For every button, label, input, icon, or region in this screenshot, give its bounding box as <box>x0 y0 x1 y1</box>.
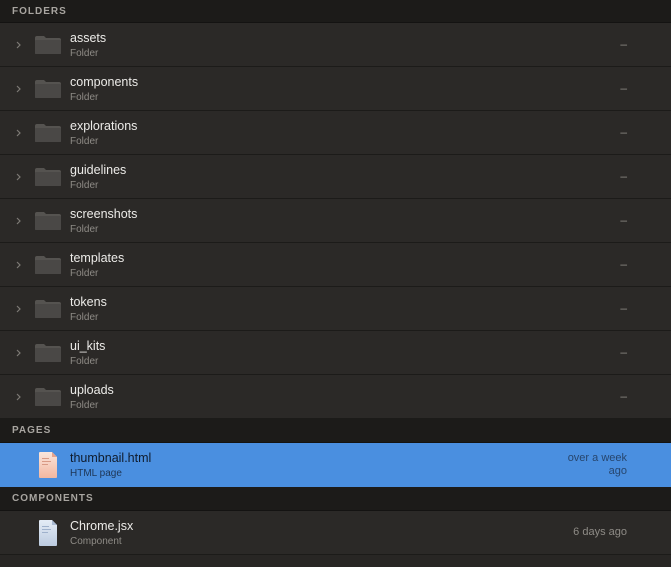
folder-icon <box>35 36 61 54</box>
folder-meta: – <box>620 169 627 183</box>
folder-icon <box>35 388 61 406</box>
folder-row-components[interactable]: components Folder – <box>0 67 671 111</box>
folder-type: Folder <box>70 136 99 147</box>
folder-row-screenshots[interactable]: screenshots Folder – <box>0 199 671 243</box>
component-row-chrome[interactable]: Chrome.jsx Component 6 days ago <box>0 511 671 555</box>
chevron-right-icon[interactable] <box>14 214 24 228</box>
folder-meta: – <box>620 213 627 227</box>
folder-icon <box>35 168 61 186</box>
folder-row-uploads[interactable]: uploads Folder – <box>0 375 671 419</box>
folder-name: components <box>70 75 139 89</box>
folder-name: screenshots <box>70 207 138 221</box>
pages-list: thumbnail.html HTML page over a week ago <box>0 443 671 487</box>
folder-icon <box>35 80 61 98</box>
folder-meta: – <box>620 301 627 315</box>
chevron-right-icon[interactable] <box>14 258 24 272</box>
folder-icon <box>35 124 61 142</box>
chevron-right-icon[interactable] <box>14 126 24 140</box>
folder-row-templates[interactable]: templates Folder – <box>0 243 671 287</box>
folder-row-ui-kits[interactable]: ui_kits Folder – <box>0 331 671 375</box>
folder-type: Folder <box>70 180 99 191</box>
page-name: thumbnail.html <box>70 451 152 465</box>
folder-name: guidelines <box>70 163 127 177</box>
folder-row-assets[interactable]: assets Folder – <box>0 23 671 67</box>
folder-name: templates <box>70 251 125 265</box>
folder-name: assets <box>70 31 107 45</box>
folder-name: tokens <box>70 295 107 309</box>
folder-name: ui_kits <box>70 339 106 353</box>
folder-type: Folder <box>70 92 99 103</box>
folder-name: uploads <box>70 383 114 397</box>
components-list: Chrome.jsx Component 6 days ago <box>0 511 671 555</box>
folder-type: Folder <box>70 400 99 411</box>
chevron-right-icon[interactable] <box>14 346 24 360</box>
folder-icon <box>35 212 61 230</box>
jsx-file-icon <box>39 520 57 546</box>
page-type: HTML page <box>70 468 122 479</box>
chevron-right-icon[interactable] <box>14 38 24 52</box>
file-browser: FOLDERS assets Folder – components Folde… <box>0 0 671 555</box>
folder-row-tokens[interactable]: tokens Folder – <box>0 287 671 331</box>
folder-icon <box>35 256 61 274</box>
folder-icon <box>35 344 61 362</box>
folder-row-guidelines[interactable]: guidelines Folder – <box>0 155 671 199</box>
page-row-thumbnail[interactable]: thumbnail.html HTML page over a week ago <box>0 443 671 487</box>
folder-meta: – <box>620 345 627 359</box>
pages-section-header: PAGES <box>0 419 671 443</box>
folder-icon <box>35 300 61 318</box>
component-type: Component <box>70 536 122 547</box>
folder-meta: – <box>620 257 627 271</box>
folders-list: assets Folder – components Folder – expl… <box>0 23 671 419</box>
folder-type: Folder <box>70 268 99 279</box>
chevron-right-icon[interactable] <box>14 390 24 404</box>
folder-type: Folder <box>70 356 99 367</box>
folders-section-header: FOLDERS <box>0 0 671 23</box>
html-file-icon <box>39 452 57 478</box>
folder-row-explorations[interactable]: explorations Folder – <box>0 111 671 155</box>
page-modified: over a week ago <box>567 452 627 477</box>
folder-meta: – <box>620 37 627 51</box>
component-name: Chrome.jsx <box>70 519 134 533</box>
folder-type: Folder <box>70 48 99 59</box>
folder-meta: – <box>620 81 627 95</box>
folder-meta: – <box>620 125 627 139</box>
components-section-header: COMPONENTS <box>0 487 671 511</box>
folder-meta: – <box>620 389 627 403</box>
folder-type: Folder <box>70 312 99 323</box>
component-modified: 6 days ago <box>573 526 627 538</box>
chevron-right-icon[interactable] <box>14 170 24 184</box>
folder-type: Folder <box>70 224 99 235</box>
folder-name: explorations <box>70 119 138 133</box>
chevron-right-icon[interactable] <box>14 302 24 316</box>
chevron-right-icon[interactable] <box>14 82 24 96</box>
